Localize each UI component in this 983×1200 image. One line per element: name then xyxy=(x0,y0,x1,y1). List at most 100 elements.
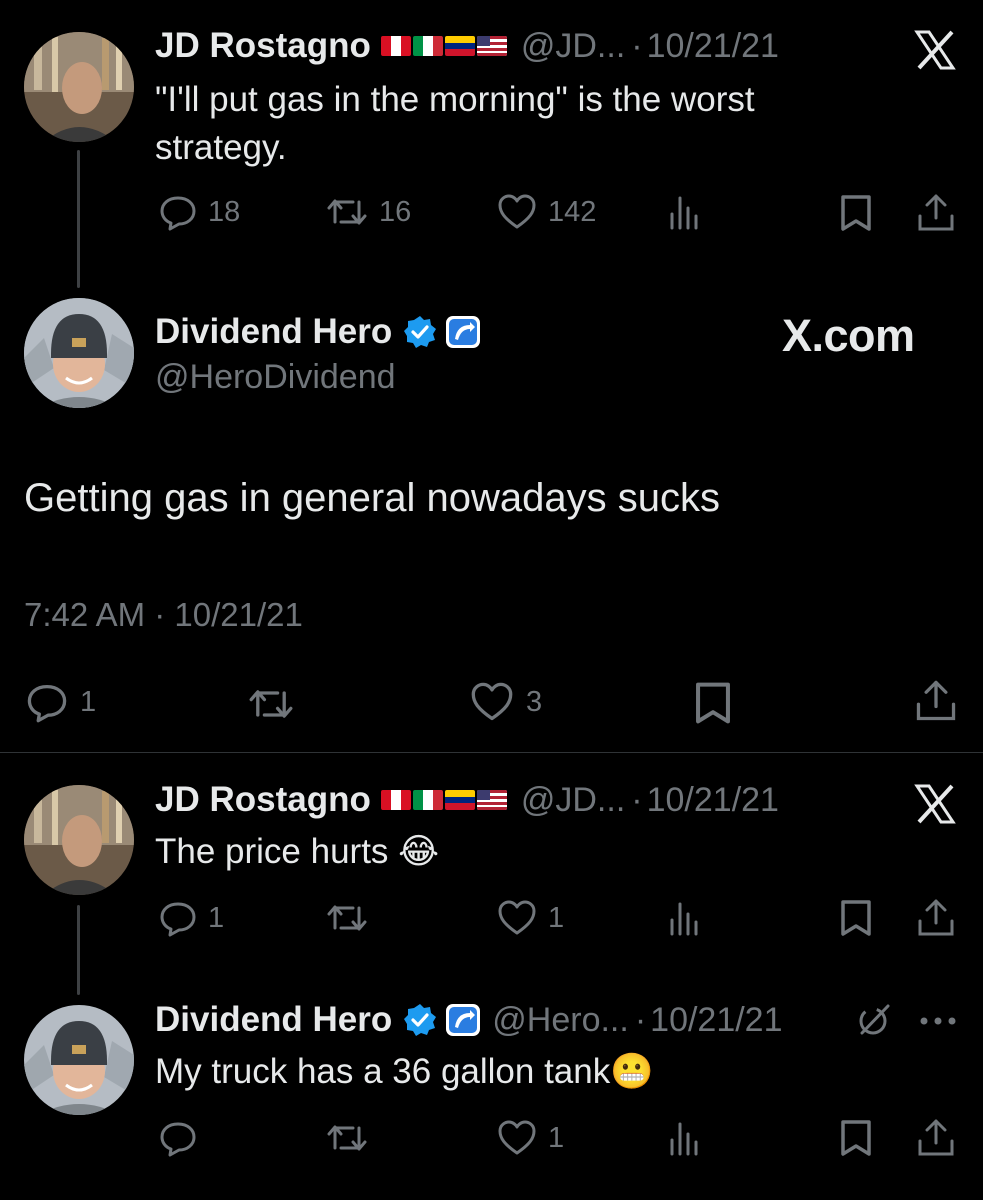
reply-button[interactable]: 1 xyxy=(158,898,224,938)
avatar-dividend-hero[interactable] xyxy=(24,1005,134,1115)
tweet4-header: Dividend Hero @Hero... · 10/21/21 xyxy=(155,1000,783,1040)
author-handle[interactable]: @JD... xyxy=(521,781,625,820)
share-button[interactable] xyxy=(916,192,956,234)
bookmark-icon xyxy=(838,193,874,233)
author-name[interactable]: JD Rostagno xyxy=(155,26,371,66)
flag-venezuela-icon xyxy=(444,790,475,810)
views-button[interactable] xyxy=(666,194,706,230)
share-icon xyxy=(914,678,958,724)
analytics-icon xyxy=(666,900,706,936)
bookmark-icon xyxy=(692,680,734,726)
tweet1-header: JD Rostagno @JD... · 10/21/21 xyxy=(155,26,779,66)
tweet3-header: JD Rostagno @JD... · 10/21/21 xyxy=(155,780,779,820)
flag-peru-icon xyxy=(380,790,411,810)
share-icon xyxy=(916,192,956,234)
affiliate-badge-icon xyxy=(444,1002,482,1038)
share-icon xyxy=(916,897,956,939)
retweet-icon xyxy=(325,192,369,232)
thread-line xyxy=(77,905,80,995)
tweet-text-line: "I'll put gas in the morning" is the wor… xyxy=(155,80,755,119)
reply-button[interactable] xyxy=(158,1118,198,1158)
verified-badge-icon xyxy=(402,1002,438,1038)
author-handle[interactable]: @Hero... xyxy=(492,1001,629,1040)
retweet-icon xyxy=(325,1118,369,1158)
like-button[interactable]: 3 xyxy=(468,680,542,724)
share-icon xyxy=(916,1117,956,1159)
analytics-icon xyxy=(666,1120,706,1156)
bookmark-icon xyxy=(838,1118,874,1158)
share-button[interactable] xyxy=(916,897,956,939)
bookmark-button[interactable] xyxy=(838,193,874,233)
share-button[interactable] xyxy=(916,1117,956,1159)
flag-usa-icon xyxy=(476,790,507,810)
divider xyxy=(0,752,983,753)
retweet-button[interactable] xyxy=(325,1118,369,1158)
tweet-date[interactable]: 10/21/21 xyxy=(647,27,779,66)
reply-count: 18 xyxy=(208,195,241,228)
flag-venezuela-icon xyxy=(444,36,475,56)
views-button[interactable] xyxy=(666,1120,706,1156)
flag-italy-icon xyxy=(412,790,443,810)
heart-icon xyxy=(468,680,516,724)
flag-peru-icon xyxy=(380,36,411,56)
reply-icon xyxy=(24,680,70,724)
flag-usa-icon xyxy=(476,36,507,56)
like-button[interactable]: 1 xyxy=(496,898,564,938)
bookmark-button[interactable] xyxy=(838,1118,874,1158)
author-handle[interactable]: @HeroDividend xyxy=(155,358,396,397)
brand-watermark: X.com xyxy=(782,310,915,361)
verified-badge-icon xyxy=(402,314,438,350)
tweet4-text: My truck has a 36 gallon tank😬 xyxy=(155,1052,654,1091)
reply-icon xyxy=(158,1118,198,1158)
separator: · xyxy=(634,1000,647,1039)
heart-icon xyxy=(496,1118,538,1158)
avatar-jd-rostagno[interactable] xyxy=(24,32,134,142)
retweet-button[interactable] xyxy=(246,682,296,726)
flag-italy-icon xyxy=(412,36,443,56)
reply-count: 1 xyxy=(80,685,97,718)
like-button[interactable]: 1 xyxy=(496,1118,564,1158)
tweet-text-line: strategy. xyxy=(155,128,287,167)
avatar-dividend-hero[interactable] xyxy=(24,298,134,408)
flags xyxy=(380,36,507,56)
avatar-jd-rostagno[interactable] xyxy=(24,785,134,895)
x-logo-icon xyxy=(914,30,956,75)
separator: · xyxy=(631,26,643,65)
views-button[interactable] xyxy=(666,900,706,936)
retweet-icon xyxy=(246,682,296,726)
more-options-icon[interactable] xyxy=(918,1014,958,1032)
analytics-icon xyxy=(666,194,706,230)
main-timestamp[interactable]: 7:42 AM · 10/21/21 xyxy=(24,596,303,634)
thread-line xyxy=(77,150,80,288)
author-name[interactable]: Dividend Hero xyxy=(155,1000,392,1040)
reply-button[interactable]: 18 xyxy=(158,192,240,232)
retweet-count: 16 xyxy=(379,195,412,228)
tweet-date[interactable]: 10/21/21 xyxy=(650,1001,782,1040)
retweet-button[interactable]: 16 xyxy=(325,192,411,232)
tweet3-text: The price hurts 😂 xyxy=(155,832,440,871)
like-count: 1 xyxy=(548,1121,565,1154)
reply-button[interactable]: 1 xyxy=(24,680,96,724)
tweet-date[interactable]: 10/21/21 xyxy=(647,781,779,820)
tweet1-text: "I'll put gas in the morning" is the wor… xyxy=(155,76,955,172)
main-header: Dividend Hero xyxy=(155,312,482,352)
grok-icon[interactable] xyxy=(856,1002,892,1043)
like-button[interactable]: 142 xyxy=(496,192,596,232)
retweet-icon xyxy=(325,898,369,938)
author-handle[interactable]: @JD... xyxy=(521,27,625,66)
like-count: 142 xyxy=(548,195,597,228)
heart-icon xyxy=(496,192,538,232)
reply-icon xyxy=(158,192,198,232)
retweet-button[interactable] xyxy=(325,898,369,938)
share-button[interactable] xyxy=(914,678,958,724)
like-count: 3 xyxy=(526,685,543,718)
reply-count: 1 xyxy=(208,901,225,934)
author-name[interactable]: JD Rostagno xyxy=(155,780,371,820)
bookmark-button[interactable] xyxy=(692,680,734,726)
heart-icon xyxy=(496,898,538,938)
author-name[interactable]: Dividend Hero xyxy=(155,312,392,352)
bookmark-button[interactable] xyxy=(838,898,874,938)
like-count: 1 xyxy=(548,901,565,934)
affiliate-badge-icon xyxy=(444,314,482,350)
flags xyxy=(380,790,507,810)
